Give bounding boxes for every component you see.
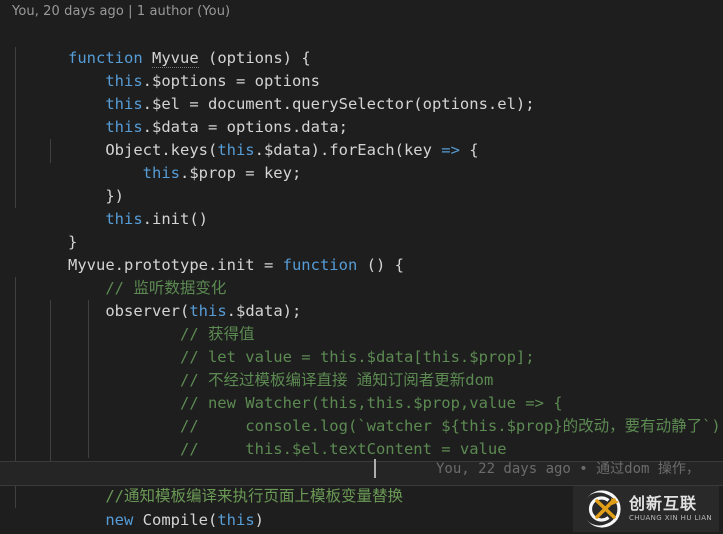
code-line[interactable]: this.$options = options [0, 47, 723, 90]
code-line[interactable]: Myvue.prototype.init = function () { [0, 231, 723, 274]
code-line[interactable]: // this.$el.textContent = value [0, 415, 723, 458]
code-line[interactable]: function Myvue (options) { [0, 24, 723, 68]
watermark-pinyin: CHUANG XIN HU LIAN [629, 514, 713, 522]
code-line[interactable]: this.$data = options.data; [0, 93, 723, 136]
code-line[interactable]: this.init() [0, 185, 723, 228]
code-line[interactable]: Object.keys(this.$data).forEach(key => { [0, 116, 723, 159]
code-line[interactable]: }) [0, 162, 723, 205]
code-line[interactable]: // console.log(`watcher ${this.$prop}的改动… [0, 392, 723, 435]
code-line[interactable]: // }) [0, 438, 723, 481]
codelens-blame-header[interactable]: You, 20 days ago | 1 author (You) [0, 0, 723, 24]
code-line[interactable]: // let value = this.$data[this.$prop]; [0, 323, 723, 366]
code-line[interactable]: observer(this.$data); [0, 277, 723, 320]
code-line[interactable]: this.$prop = key; [0, 139, 723, 182]
code-line[interactable]: this.$el = document.querySelector(option… [0, 70, 723, 113]
code-line[interactable]: // 获得值 [0, 300, 723, 343]
text-caret [374, 459, 376, 478]
code-line[interactable]: // new Watcher(this,this.$prop,value => … [0, 369, 723, 412]
watermark-logo: 创新互联 CHUANG XIN HU LIAN [573, 486, 719, 532]
code-line[interactable]: // 监听数据变化 [0, 254, 723, 297]
cx-logo-icon [582, 490, 621, 528]
code-line[interactable]: // 不经过模板编译直接 通知订阅者更新dom [0, 346, 723, 389]
watermark-cn: 创新互联 [629, 494, 698, 513]
code-line-current[interactable]: //通知模板编译来执行页面上模板变量替换 [0, 461, 723, 505]
code-editor[interactable]: You, 20 days ago | 1 author (You) functi… [0, 0, 723, 534]
code-content[interactable]: function Myvue (options) { this.$options… [0, 24, 723, 534]
watermark-text: 创新互联 CHUANG XIN HU LIAN [629, 495, 712, 523]
code-line[interactable]: } [0, 208, 723, 251]
